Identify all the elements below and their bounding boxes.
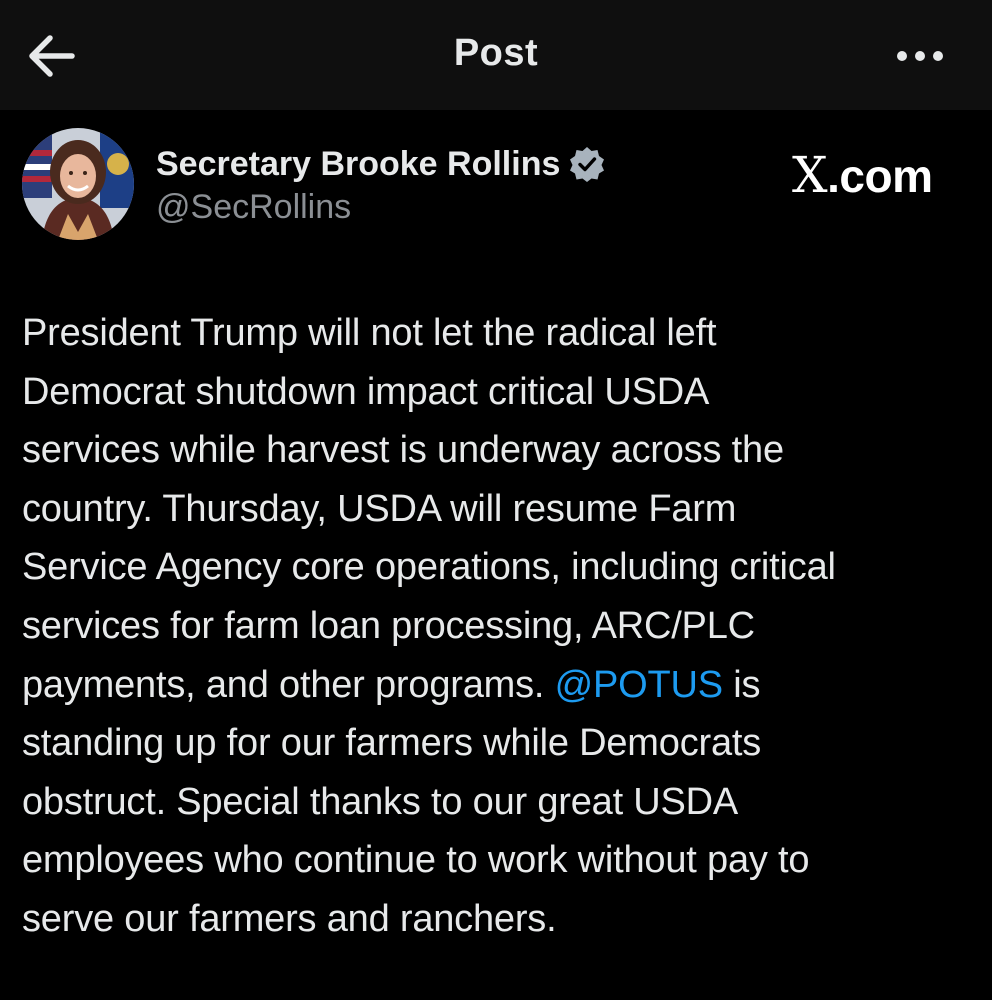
author-name-row: Secretary Brooke Rollins	[156, 142, 606, 186]
more-options-button[interactable]	[890, 38, 950, 74]
author-handle[interactable]: @SecRollins	[156, 188, 351, 227]
page-title: Post	[453, 32, 539, 74]
mention-link[interactable]: @POTUS	[555, 664, 723, 706]
avatar[interactable]	[22, 128, 134, 240]
x-logo-letter: X	[792, 146, 828, 204]
author-name[interactable]: Secretary Brooke Rollins	[156, 145, 560, 184]
verified-badge-icon[interactable]	[568, 145, 606, 183]
top-bar: Post	[0, 0, 992, 110]
more-horizontal-icon	[897, 51, 943, 61]
profile-photo	[22, 128, 134, 240]
watermark-domain: .com	[827, 150, 933, 202]
x-com-watermark: X.com	[792, 146, 933, 204]
post-text: President Trump will not let the radical…	[22, 304, 972, 949]
post-text-start: President Trump will not let the radical…	[22, 312, 836, 706]
